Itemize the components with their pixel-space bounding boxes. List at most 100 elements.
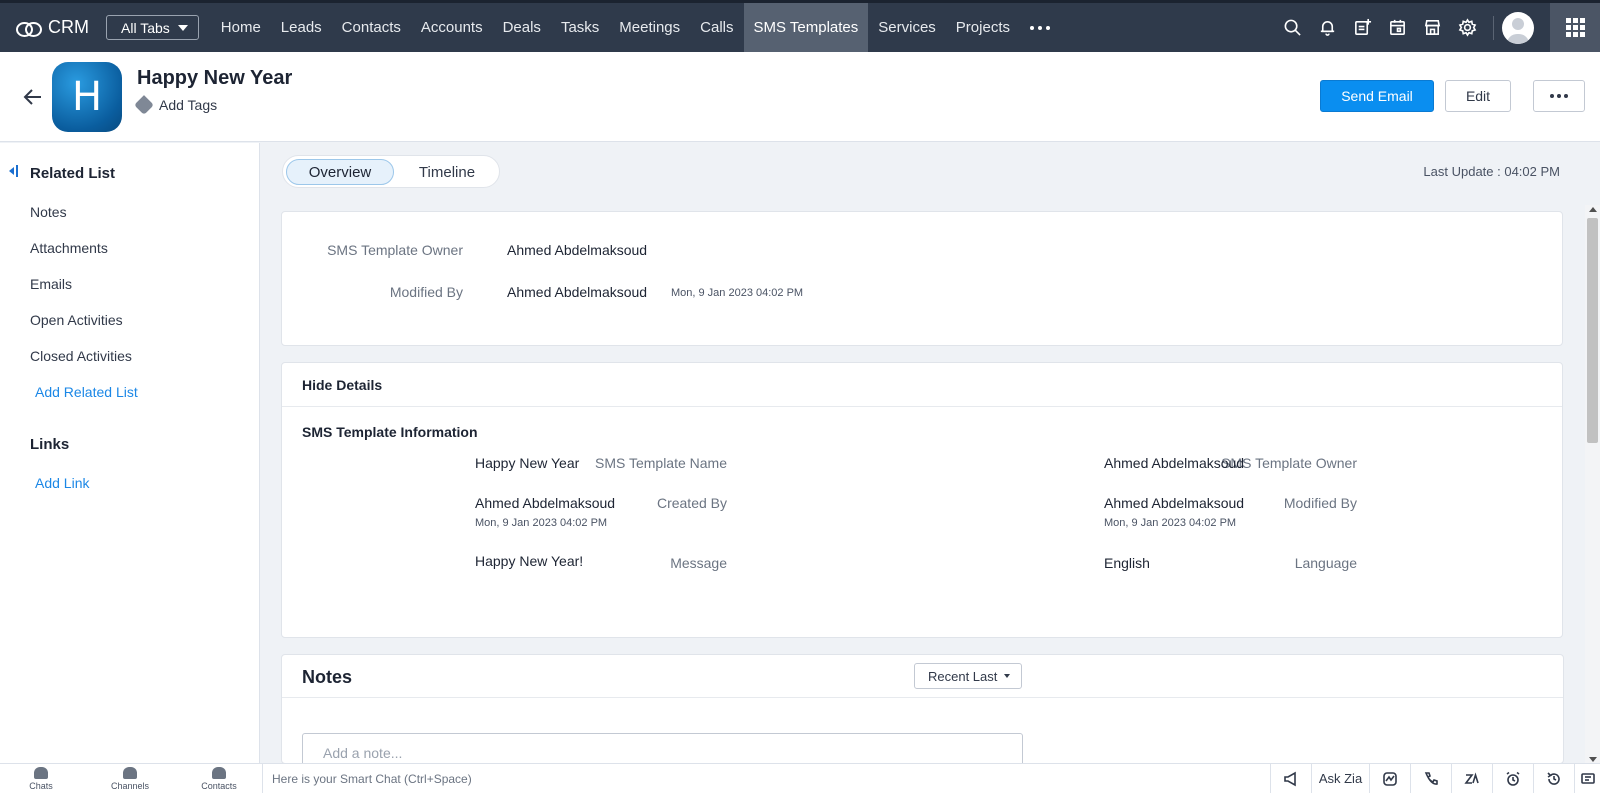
- tab-accounts[interactable]: Accounts: [411, 3, 493, 52]
- scroll-up-icon[interactable]: [1589, 207, 1597, 212]
- edit-button[interactable]: Edit: [1445, 80, 1511, 112]
- gear-icon[interactable]: [1450, 3, 1485, 52]
- message-label: Message: [670, 555, 727, 571]
- channels-icon: [123, 767, 137, 779]
- divider: [1493, 15, 1494, 40]
- contacts-button[interactable]: Contacts: [189, 767, 249, 791]
- template-name-value: Happy New Year: [475, 455, 580, 471]
- all-tabs-label: All Tabs: [121, 19, 170, 36]
- tab-services[interactable]: Services: [868, 3, 946, 52]
- modified-time: Mon, 9 Jan 2023 04:02 PM: [671, 287, 804, 299]
- calendar-icon[interactable]: [1380, 3, 1415, 52]
- tab-leads[interactable]: Leads: [271, 3, 332, 52]
- view-switcher: Overview Timeline: [282, 155, 500, 188]
- scroll-down-icon[interactable]: [1589, 757, 1597, 762]
- tab-timeline[interactable]: Timeline: [407, 159, 487, 185]
- owner-label: SMS Template Owner: [327, 242, 463, 258]
- last-update-text: Last Update : 04:02 PM: [1423, 164, 1560, 179]
- details-card: Hide Details SMS Template Information SM…: [281, 362, 1563, 638]
- more-tabs-icon[interactable]: [1020, 3, 1060, 52]
- call-icon[interactable]: [1410, 764, 1451, 793]
- back-arrow-icon[interactable]: [22, 86, 44, 108]
- notes-sort-label: Recent Last: [928, 668, 998, 684]
- chevron-down-icon: [1004, 674, 1011, 678]
- tab-sms-templates[interactable]: SMS Templates: [743, 3, 869, 52]
- zia-icon[interactable]: [1451, 764, 1492, 793]
- sidebar-item-open-activities[interactable]: Open Activities: [30, 312, 123, 328]
- more-actions-button[interactable]: [1533, 80, 1585, 112]
- channels-button[interactable]: Channels: [100, 767, 160, 791]
- crm-logo-icon: [16, 20, 42, 37]
- message-value: Happy New Year!: [475, 553, 584, 569]
- channels-label: Channels: [110, 781, 150, 791]
- search-icon[interactable]: [1275, 3, 1310, 52]
- marketplace-icon[interactable]: [1415, 3, 1450, 52]
- details-modified-by-value: Ahmed Abdelmaksoud: [1104, 495, 1245, 511]
- top-utility-icons: [1275, 3, 1600, 52]
- add-related-list-link[interactable]: Add Related List: [35, 384, 138, 400]
- chats-label: Chats: [29, 781, 53, 791]
- add-tags-label: Add Tags: [159, 97, 218, 113]
- collapse-sidebar-icon[interactable]: [9, 165, 19, 177]
- announcement-icon[interactable]: [1270, 764, 1311, 793]
- user-icon-body: [1507, 33, 1529, 44]
- tab-deals[interactable]: Deals: [493, 3, 551, 52]
- scrollbar-thumb[interactable]: [1587, 218, 1598, 443]
- feedback-icon[interactable]: [1574, 764, 1600, 793]
- tab-projects[interactable]: Projects: [946, 3, 1020, 52]
- tab-meetings[interactable]: Meetings: [609, 3, 690, 52]
- crm-logo[interactable]: CRM: [0, 17, 106, 38]
- send-email-button[interactable]: Send Email: [1320, 80, 1434, 112]
- divider: [282, 697, 1563, 698]
- add-record-icon[interactable]: [1345, 3, 1380, 52]
- history-icon[interactable]: [1533, 764, 1574, 793]
- ask-zia-button[interactable]: Ask Zia: [1311, 764, 1369, 793]
- sidebar-item-closed-activities[interactable]: Closed Activities: [30, 348, 132, 364]
- created-by-label: Created By: [656, 495, 727, 511]
- smart-chat-input[interactable]: Here is your Smart Chat (Ctrl+Space): [262, 764, 1224, 793]
- hide-details-label: Hide Details: [302, 377, 383, 393]
- activity-icon[interactable]: [1369, 764, 1410, 793]
- tab-calls[interactable]: Calls: [690, 3, 743, 52]
- language-label: Language: [1294, 555, 1357, 571]
- related-list-heading: Related List: [30, 165, 116, 182]
- owner-value: Ahmed Abdelmaksoud: [507, 242, 648, 258]
- record-avatar: H: [52, 62, 122, 132]
- bottom-tools: Ask Zia: [1270, 764, 1600, 793]
- language-value: English: [1104, 555, 1150, 571]
- chat-icon: [34, 767, 48, 779]
- summary-card: SMS Template Owner Ahmed Abdelmaksoud Mo…: [281, 211, 1563, 346]
- contacts-label: Contacts: [201, 781, 237, 791]
- template-owner-value: Ahmed Abdelmaksoud: [1104, 455, 1245, 471]
- add-tags-button[interactable]: Add Tags: [134, 95, 218, 115]
- add-link-link[interactable]: Add Link: [35, 475, 89, 491]
- user-icon: [1512, 17, 1524, 30]
- top-navigation-bar: CRM All Tabs Home Leads Contacts Account…: [0, 0, 1600, 52]
- bell-icon[interactable]: [1310, 3, 1345, 52]
- alarm-clock-icon[interactable]: [1492, 764, 1533, 793]
- notes-sort-dropdown[interactable]: Recent Last: [914, 663, 1022, 689]
- template-name-label: SMS Template Name: [594, 455, 727, 471]
- bottom-bar: Chats Channels Contacts Here is your Sma…: [0, 763, 1600, 793]
- modified-by-value: Ahmed Abdelmaksoud: [507, 284, 648, 300]
- sidebar-item-notes[interactable]: Notes: [30, 204, 67, 220]
- user-avatar[interactable]: [1502, 11, 1534, 44]
- tag-icon: [134, 95, 154, 115]
- record-header: H Happy New Year Add Tags Send Email Edi…: [0, 52, 1600, 142]
- chats-button[interactable]: Chats: [11, 767, 71, 791]
- details-modified-by-label: Modified By: [1283, 495, 1357, 511]
- details-modified-time: Mon, 9 Jan 2023 04:02 PM: [1104, 517, 1237, 529]
- apps-grid-icon[interactable]: [1550, 3, 1600, 52]
- tab-home[interactable]: Home: [211, 3, 271, 52]
- sidebar-item-emails[interactable]: Emails: [30, 276, 72, 292]
- tab-tasks[interactable]: Tasks: [551, 3, 609, 52]
- module-tabs: Home Leads Contacts Accounts Deals Tasks…: [211, 3, 1060, 52]
- hide-details-toggle[interactable]: Hide Details: [282, 363, 1562, 407]
- tab-overview[interactable]: Overview: [286, 159, 394, 185]
- tab-contacts[interactable]: Contacts: [332, 3, 411, 52]
- all-tabs-dropdown[interactable]: All Tabs: [106, 15, 199, 40]
- created-by-value: Ahmed Abdelmaksoud: [475, 495, 616, 511]
- notes-card: Notes Recent Last Add a note...: [281, 654, 1564, 773]
- sidebar-item-attachments[interactable]: Attachments: [30, 240, 108, 256]
- record-title: Happy New Year: [137, 67, 293, 89]
